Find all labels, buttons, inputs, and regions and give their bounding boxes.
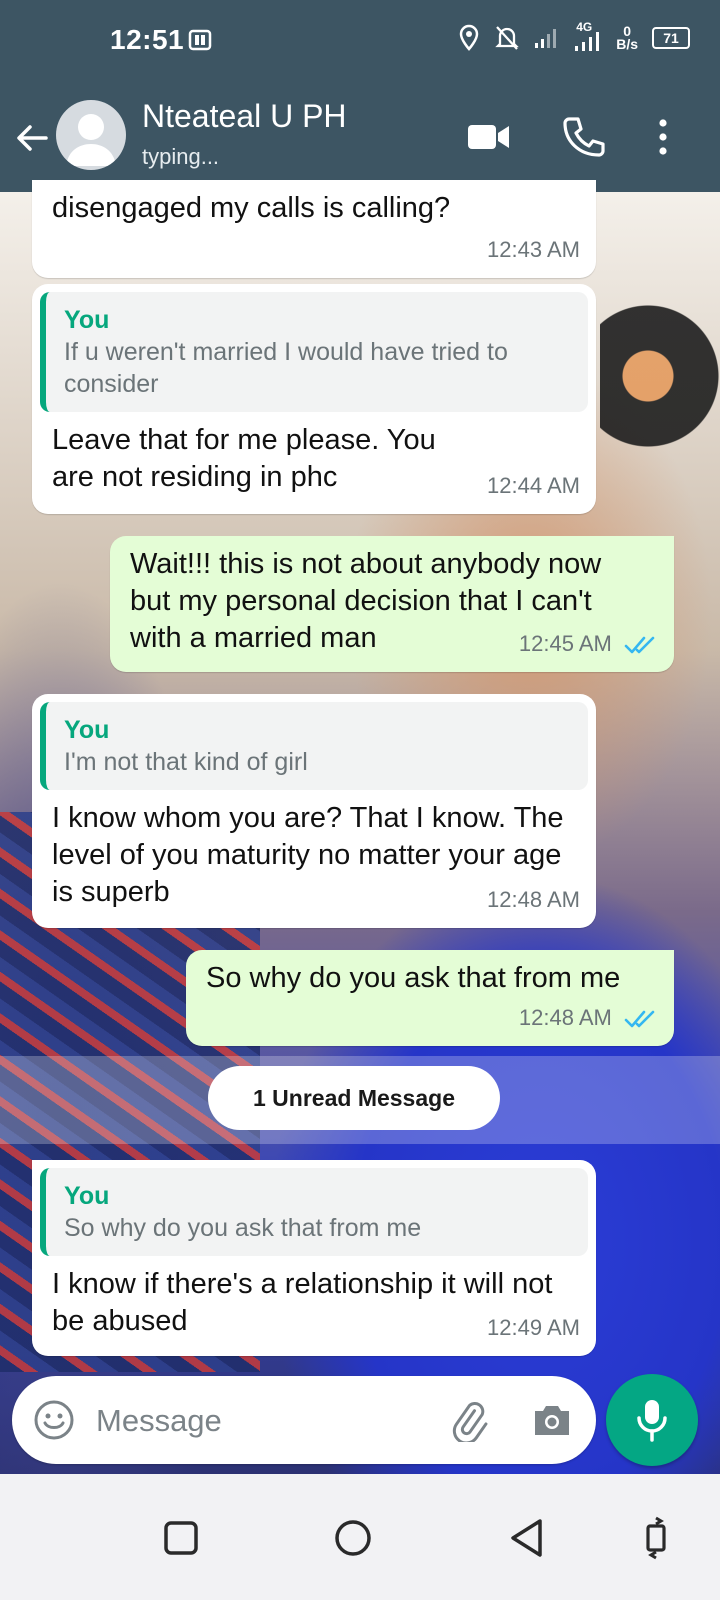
- quote-text: I'm not that kind of girl: [64, 748, 308, 776]
- quote-text: So why do you ask that from me: [64, 1214, 422, 1242]
- signal-icon-2: [575, 32, 600, 51]
- screen-record-icon: [188, 29, 212, 51]
- mute-notification-icon: [495, 26, 519, 50]
- system-nav-bar: [0, 1474, 720, 1600]
- contact-status: typing...: [142, 144, 220, 169]
- location-icon: [459, 24, 479, 51]
- back-arrow-icon[interactable]: [12, 118, 52, 158]
- mic-button[interactable]: [606, 1374, 698, 1466]
- message-time: 12:48 AM: [487, 887, 580, 912]
- message-input[interactable]: [94, 1396, 418, 1446]
- message-time: 12:49 AM: [487, 1315, 580, 1340]
- message-text: So why do you ask that from me: [206, 962, 621, 994]
- status-time: 12:51: [110, 24, 185, 55]
- message-composer: [12, 1376, 596, 1464]
- mic-icon: [637, 1400, 667, 1442]
- video-call-icon[interactable]: [466, 114, 512, 160]
- status-bar: 12:51 4G 0 B/s 71: [0, 0, 720, 82]
- phone-icon[interactable]: [560, 114, 606, 160]
- data-speed-unit: B/s: [616, 36, 638, 52]
- message-time: 12:44 AM: [487, 473, 580, 498]
- avatar[interactable]: [56, 100, 126, 170]
- message-bubble[interactable]: Wait!!! this is not about anybody now bu…: [110, 536, 674, 672]
- message-time: 12:43 AM: [487, 237, 580, 262]
- rotate-screen-icon[interactable]: [626, 1508, 686, 1568]
- quote-author: You: [64, 1182, 110, 1210]
- quoted-message[interactable]: You So why do you ask that from me: [40, 1168, 588, 1256]
- chat-header: Nteateal U PH typing...: [0, 82, 720, 192]
- back-nav-icon[interactable]: [496, 1508, 556, 1568]
- message-time: 12:48 AM: [519, 999, 658, 1036]
- message-time-label: 12:48 AM: [518, 1005, 612, 1030]
- message-time-label: 12:45 AM: [518, 631, 612, 656]
- quoted-message[interactable]: You If u weren't married I would have tr…: [40, 292, 588, 412]
- message-bubble[interactable]: So why do you ask that from me 12:48 AM: [186, 950, 674, 1046]
- message-bubble[interactable]: You If u weren't married I would have tr…: [32, 284, 596, 514]
- camera-icon[interactable]: [530, 1398, 574, 1442]
- read-ticks-icon: [624, 1010, 655, 1028]
- quote-author: You: [64, 306, 110, 334]
- quoted-message[interactable]: You I'm not that kind of girl: [40, 702, 588, 790]
- more-vert-icon[interactable]: [640, 114, 686, 160]
- recent-apps-icon[interactable]: [150, 1508, 210, 1568]
- attach-icon[interactable]: [446, 1398, 490, 1442]
- battery-icon: 71: [652, 27, 690, 49]
- quote-author: You: [64, 716, 110, 744]
- status-icons: 4G 0 B/s 71: [458, 20, 690, 52]
- message-text: disengaged my calls is calling?: [52, 192, 451, 224]
- network-type: 4G: [574, 20, 602, 52]
- quote-text: If u weren't married I would have tried …: [64, 338, 508, 398]
- message-bubble[interactable]: disengaged my calls is calling? 12:43 AM: [32, 180, 596, 278]
- message-bubble[interactable]: You So why do you ask that from me I kno…: [32, 1160, 596, 1356]
- signal-icon-1: [535, 29, 557, 48]
- battery-level: 71: [663, 30, 679, 46]
- data-speed: 0 B/s: [616, 24, 638, 52]
- default-avatar-icon: [66, 114, 116, 166]
- unread-banner: 1 Unread Message: [208, 1066, 500, 1130]
- read-ticks-icon: [624, 636, 655, 654]
- message-time: 12:45 AM: [519, 625, 658, 662]
- home-icon[interactable]: [322, 1508, 382, 1568]
- emoji-icon[interactable]: [32, 1398, 76, 1442]
- message-bubble[interactable]: You I'm not that kind of girl I know who…: [32, 694, 596, 928]
- contact-name[interactable]: Nteateal U PH: [142, 98, 347, 135]
